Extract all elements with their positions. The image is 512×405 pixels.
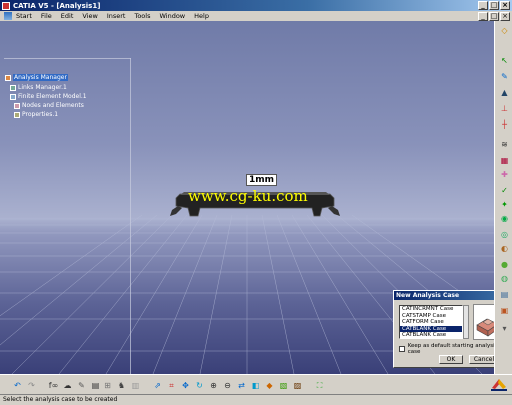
tree-node-properties[interactable]: Properties.1 xyxy=(14,111,58,118)
force-icon[interactable]: ◎ xyxy=(499,229,510,239)
axis-icon[interactable]: ┼ xyxy=(499,119,510,129)
report-icon[interactable]: ▤ xyxy=(499,289,510,299)
zoom-in-icon[interactable]: ⊕ xyxy=(208,380,219,391)
new-analysis-case-dialog: New Analysis Case × CATINCRMNT Case CATS… xyxy=(393,290,505,368)
analysis-manager-icon xyxy=(5,74,11,81)
comment-icon[interactable]: ☁ xyxy=(62,380,73,391)
right-toolbar: ◇ ↖ ✎ ▲ ⊥ ┼ ≋ ▦ ✚ ✓ ✦ ◉ ◎ ◐ ● ◍ ▤ ▣ ▾ xyxy=(494,21,512,374)
swap-space-icon[interactable]: ▨ xyxy=(292,380,303,391)
analysis-case-list[interactable]: CATINCRMNT Case CATSTAMP Case CATFORM Ca… xyxy=(399,305,463,339)
dialog-title-bar: New Analysis Case × xyxy=(394,291,504,300)
results-icon[interactable]: ◍ xyxy=(499,273,510,283)
sketch-icon[interactable]: ✎ xyxy=(499,71,510,81)
normal-view-icon[interactable]: ⇄ xyxy=(236,380,247,391)
extension-icon[interactable]: ▥ xyxy=(130,380,141,391)
measure-icon[interactable]: ≋ xyxy=(499,139,510,149)
menu-bar: Start File Edit View Insert Tools Window… xyxy=(0,11,512,21)
catia-app-icon[interactable] xyxy=(2,1,10,10)
restraint-icon[interactable]: ✓ xyxy=(499,185,510,195)
tree-frame-top xyxy=(4,58,131,59)
mass-icon[interactable]: ◐ xyxy=(499,243,510,253)
material-icon[interactable]: ✚ xyxy=(499,169,510,179)
document-icon[interactable] xyxy=(4,12,12,20)
close-button[interactable]: × xyxy=(500,1,510,10)
list-scrollbar[interactable] xyxy=(463,305,469,339)
pan-icon[interactable]: ✥ xyxy=(180,380,191,391)
menu-window[interactable]: Window xyxy=(159,12,185,20)
bottom-toolbar: ↶ ↷ f∞ ☁ ✎ ▤ ⊞ ♞ ▥ ⇗ ⌗ ✥ ↻ ⊕ ⊖ ⇄ ◧ ◆ ▧ ▨… xyxy=(0,374,512,394)
dimension-label: 1mm xyxy=(246,174,278,186)
keep-default-checkbox[interactable]: Keep as default starting analysis case xyxy=(399,343,504,355)
menu-view[interactable]: View xyxy=(82,12,97,20)
menu-help[interactable]: Help xyxy=(194,12,209,20)
menu-tools[interactable]: Tools xyxy=(134,12,150,20)
status-bar: Select the analysis case to be created xyxy=(0,394,512,405)
catia-logo-icon xyxy=(491,379,507,391)
properties-icon xyxy=(14,111,20,118)
shading-icon[interactable]: ◆ xyxy=(264,380,275,391)
insert-icon[interactable]: ⊥ xyxy=(499,103,510,113)
iso-view-icon[interactable]: ◧ xyxy=(250,380,261,391)
list-item[interactable]: CATBLANK Case xyxy=(400,332,462,338)
links-manager-icon xyxy=(10,84,16,91)
fly-mode-icon[interactable]: ⇗ xyxy=(152,380,163,391)
list-item[interactable]: CATINCRMNT Case xyxy=(400,306,462,313)
minimize-button[interactable]: _ xyxy=(478,1,488,10)
status-text: Select the analysis case to be created xyxy=(3,396,118,403)
tree-node-analysis-manager[interactable]: Analysis Manager xyxy=(5,74,68,81)
title-bar: CATIA V5 - [Analysis1] _ □ × xyxy=(0,0,512,11)
tree-node-links-manager[interactable]: Links Manager.1 xyxy=(10,84,67,91)
properties-list-icon[interactable]: ▤ xyxy=(90,380,101,391)
formula-icon[interactable]: f∞ xyxy=(48,380,59,391)
undo-icon[interactable]: ↶ xyxy=(12,380,23,391)
knowledge-icon[interactable]: ♞ xyxy=(116,380,127,391)
checkbox-label: Keep as default starting analysis case xyxy=(407,343,498,355)
tree-node-fem[interactable]: Finite Element Model.1 xyxy=(10,93,87,100)
redo-icon[interactable]: ↷ xyxy=(26,380,37,391)
doc-close-button[interactable]: × xyxy=(500,12,510,21)
zoom-out-icon[interactable]: ⊖ xyxy=(222,380,233,391)
watermark-text: www.cg-ku.com xyxy=(188,187,308,205)
plane-icon[interactable]: ▲ xyxy=(499,87,510,97)
window-title: CATIA V5 - [Analysis1] xyxy=(13,1,101,10)
fem-icon xyxy=(10,93,16,100)
hide-show-icon[interactable]: ▧ xyxy=(278,380,289,391)
analysis-tools-icon[interactable]: ▣ xyxy=(499,305,510,315)
menu-file[interactable]: File xyxy=(41,12,52,20)
menu-edit[interactable]: Edit xyxy=(61,12,74,20)
more-tools-icon[interactable]: ▾ xyxy=(499,323,510,333)
catalog-icon[interactable]: ✎ xyxy=(76,380,87,391)
tree-frame-right xyxy=(130,58,131,374)
mesh-part-icon[interactable]: ▦ xyxy=(499,155,510,165)
analysis-link-icon[interactable]: ⛶ xyxy=(314,380,325,391)
fit-all-icon[interactable]: ⌗ xyxy=(166,380,177,391)
mesh-icon xyxy=(14,102,20,109)
load-icon[interactable]: ✦ xyxy=(499,199,510,209)
checkbox-box[interactable] xyxy=(399,346,405,352)
cursor-arrow-icon[interactable]: ◇ xyxy=(499,25,510,35)
tree-node-nodes-elements[interactable]: Nodes and Elements xyxy=(14,102,84,109)
hierarchy-icon[interactable]: ⊞ xyxy=(102,380,113,391)
menu-insert[interactable]: Insert xyxy=(107,12,126,20)
rotate-icon[interactable]: ↻ xyxy=(194,380,205,391)
ok-button[interactable]: OK xyxy=(439,355,463,364)
maximize-button[interactable]: □ xyxy=(489,1,499,10)
compute-icon[interactable]: ● xyxy=(499,259,510,269)
pressure-icon[interactable]: ◉ xyxy=(499,213,510,223)
doc-restore-button[interactable]: □ xyxy=(489,12,499,21)
select-icon[interactable]: ↖ xyxy=(499,55,510,65)
menu-start[interactable]: Start xyxy=(16,12,32,20)
doc-minimize-button[interactable]: _ xyxy=(478,12,488,21)
dialog-title: New Analysis Case xyxy=(396,292,460,299)
